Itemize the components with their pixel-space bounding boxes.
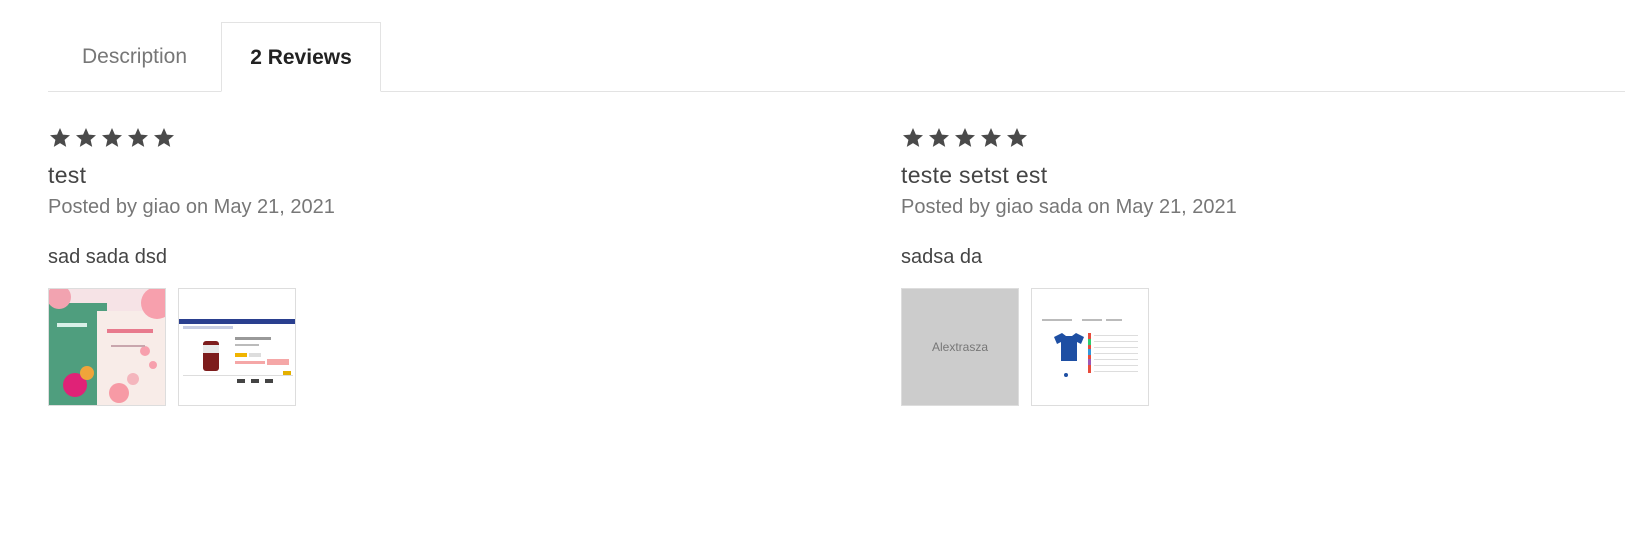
star-icon bbox=[1005, 126, 1029, 150]
review-image-thumbnail[interactable] bbox=[1031, 288, 1149, 406]
product-tabs: Description 2 Reviews bbox=[48, 22, 1625, 92]
review-images: Alextrasza bbox=[901, 288, 1625, 406]
review-title: teste setst est bbox=[901, 162, 1048, 188]
review-image-thumbnail[interactable]: Alextrasza bbox=[901, 288, 1019, 406]
star-icon bbox=[74, 126, 98, 150]
star-icon bbox=[100, 126, 124, 150]
review-item: teste setst est Posted by giao sada on M… bbox=[901, 126, 1625, 406]
star-icon bbox=[979, 126, 1003, 150]
review-body: sad sada dsd bbox=[48, 246, 167, 268]
review-body: sadsa da bbox=[901, 246, 983, 268]
review-image-thumbnail[interactable] bbox=[178, 288, 296, 406]
tshirt-screenshot-image bbox=[1032, 289, 1148, 405]
review-meta: Posted by giao on May 21, 2021 bbox=[48, 196, 335, 218]
review-images bbox=[48, 288, 808, 406]
placeholder-text: Alextrasza bbox=[931, 340, 989, 354]
tab-description[interactable]: Description bbox=[48, 22, 221, 92]
star-icon bbox=[927, 126, 951, 150]
star-icon bbox=[901, 126, 925, 150]
star-icon bbox=[48, 126, 72, 150]
star-icon bbox=[126, 126, 150, 150]
review-title: test bbox=[48, 162, 87, 188]
product-screenshot-image bbox=[179, 289, 295, 405]
book-cover-image bbox=[49, 289, 165, 405]
star-icon bbox=[152, 126, 176, 150]
review-item: test Posted by giao on May 21, 2021 sad … bbox=[48, 126, 808, 406]
star-icon bbox=[953, 126, 977, 150]
star-rating bbox=[48, 126, 808, 150]
review-meta: Posted by giao sada on May 21, 2021 bbox=[901, 196, 1237, 218]
review-image-thumbnail[interactable] bbox=[48, 288, 166, 406]
star-rating bbox=[901, 126, 1625, 150]
tab-reviews[interactable]: 2 Reviews bbox=[221, 22, 381, 92]
